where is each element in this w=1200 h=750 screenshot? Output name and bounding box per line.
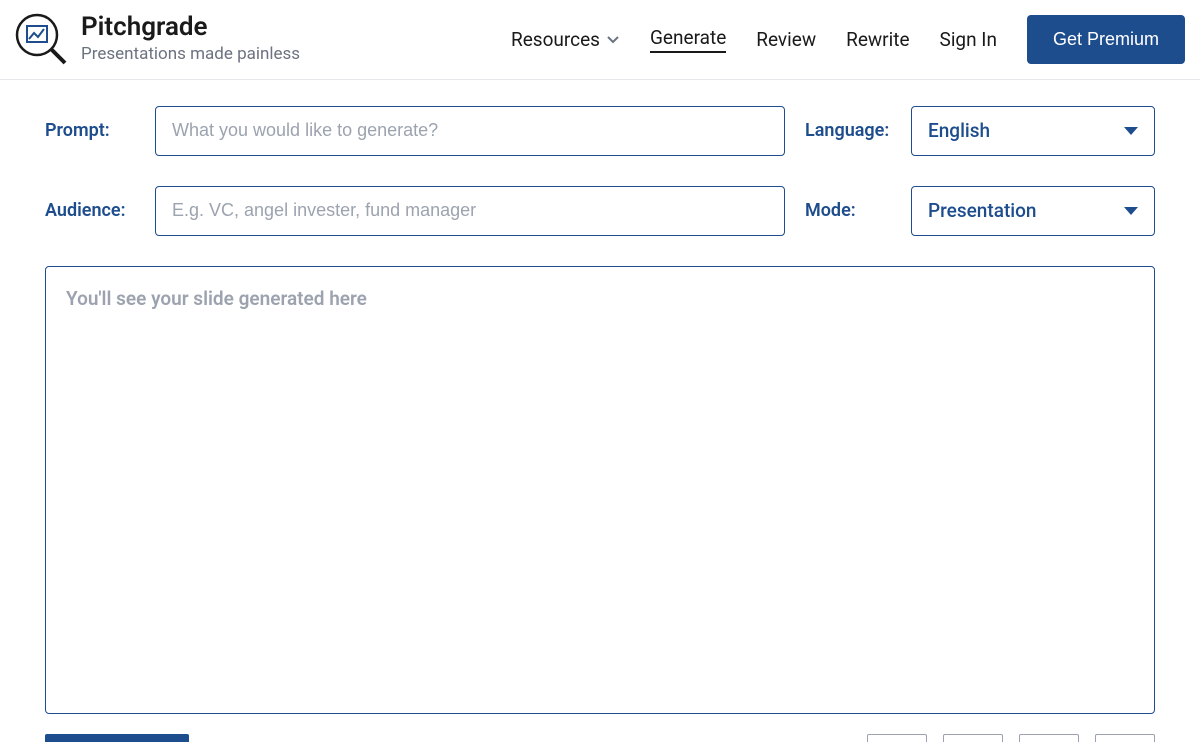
prompt-row: Prompt: Language: English	[45, 106, 1155, 156]
brand-tagline: Presentations made painless	[81, 43, 300, 67]
mode-select-wrapper: Presentation	[911, 186, 1155, 236]
language-select-wrapper: English	[911, 106, 1155, 156]
brand-text: Pitchgrade Presentations made painless	[81, 12, 300, 67]
header: Pitchgrade Presentations made painless R…	[0, 0, 1200, 80]
nav-resources[interactable]: Resources	[511, 28, 620, 51]
nav-rewrite[interactable]: Rewrite	[846, 28, 909, 51]
output-area: You'll see your slide generated here	[45, 266, 1155, 714]
nav-section: Resources Generate Review Rewrite Sign I…	[511, 15, 1185, 64]
mode-select[interactable]: Presentation	[911, 186, 1155, 236]
page-box[interactable]	[943, 734, 1003, 742]
logo-icon	[15, 13, 67, 65]
content: Prompt: Language: English Audience: Mode…	[0, 80, 1200, 742]
generate-button[interactable]	[45, 734, 189, 742]
audience-row: Audience: Mode: Presentation	[45, 186, 1155, 236]
dropdown-arrow-icon	[1124, 127, 1138, 135]
pagination	[867, 734, 1155, 742]
brand-title: Pitchgrade	[81, 12, 300, 43]
output-placeholder: You'll see your slide generated here	[66, 287, 1134, 310]
chevron-down-icon	[606, 32, 620, 46]
nav-generate[interactable]: Generate	[650, 26, 726, 53]
dropdown-arrow-icon	[1124, 207, 1138, 215]
language-label: Language:	[805, 120, 891, 141]
page-box[interactable]	[1019, 734, 1079, 742]
mode-label: Mode:	[805, 200, 891, 221]
bottom-row	[45, 734, 1155, 742]
page-box[interactable]	[1095, 734, 1155, 742]
audience-label: Audience:	[45, 200, 135, 221]
mode-value: Presentation	[928, 199, 1036, 222]
language-select[interactable]: English	[911, 106, 1155, 156]
language-value: English	[928, 119, 990, 142]
brand-section: Pitchgrade Presentations made painless	[15, 12, 300, 67]
audience-input[interactable]	[155, 186, 785, 236]
page-box[interactable]	[867, 734, 927, 742]
get-premium-button[interactable]: Get Premium	[1027, 15, 1185, 64]
prompt-input[interactable]	[155, 106, 785, 156]
prompt-label: Prompt:	[45, 120, 135, 141]
nav-review[interactable]: Review	[756, 28, 816, 51]
nav-resources-label: Resources	[511, 28, 600, 51]
nav-signin[interactable]: Sign In	[940, 28, 997, 51]
